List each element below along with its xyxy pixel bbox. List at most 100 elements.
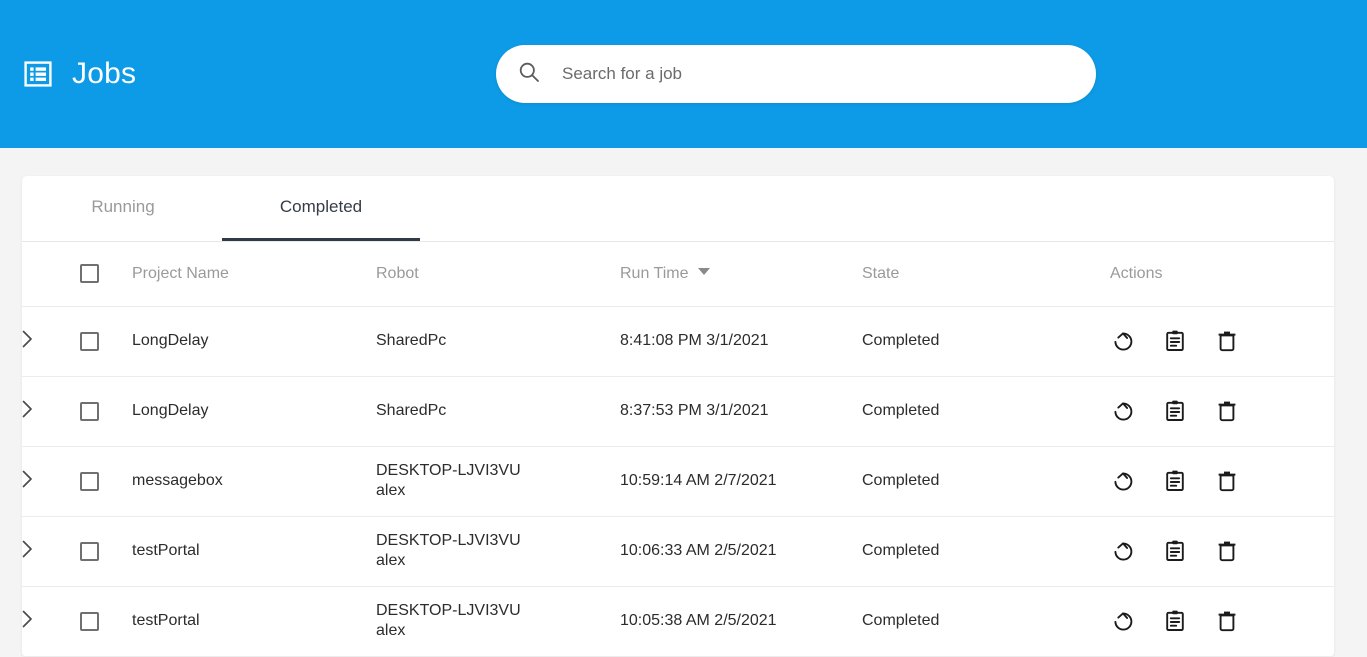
restart-icon[interactable] — [1110, 398, 1136, 424]
row-select-cell[interactable] — [80, 376, 132, 446]
clipboard-log-icon[interactable] — [1162, 468, 1188, 494]
row-expand-cell[interactable] — [22, 376, 80, 446]
trash-delete-icon[interactable] — [1214, 608, 1240, 634]
project-name-text: messagebox — [132, 471, 223, 489]
project-name-text: LongDelay — [132, 331, 209, 349]
header-actions: Actions — [1110, 242, 1334, 307]
header-state[interactable]: State — [862, 242, 1110, 307]
clipboard-log-icon[interactable] — [1162, 328, 1188, 354]
state-text: Completed — [862, 401, 940, 419]
cell-actions — [1110, 376, 1334, 446]
header-expand-spacer — [22, 242, 80, 307]
restart-icon[interactable] — [1110, 468, 1136, 494]
cell-run-time: 8:37:53 PM 3/1/2021 — [620, 376, 862, 446]
search-input[interactable] — [562, 64, 1074, 84]
chevron-right-icon[interactable] — [22, 540, 33, 558]
cell-state: Completed — [862, 376, 1110, 446]
cell-state: Completed — [862, 306, 1110, 376]
cell-robot: SharedPc — [376, 306, 620, 376]
cell-project-name: LongDelay — [132, 306, 376, 376]
cell-robot: SharedPc — [376, 376, 620, 446]
restart-icon[interactable] — [1110, 538, 1136, 564]
cell-robot: DESKTOP-LJVI3VU alex — [376, 586, 620, 656]
state-text: Completed — [862, 611, 940, 629]
row-checkbox[interactable] — [80, 611, 99, 631]
restart-icon[interactable] — [1110, 608, 1136, 634]
robot-text: DESKTOP-LJVI3VU alex — [376, 532, 521, 569]
row-checkbox[interactable] — [80, 541, 99, 561]
chevron-right-icon[interactable] — [22, 400, 33, 418]
row-expand-cell[interactable] — [22, 516, 80, 586]
chevron-right-icon[interactable] — [22, 330, 33, 348]
clipboard-log-icon[interactable] — [1162, 608, 1188, 634]
jobs-table: Project Name Robot Run Time State Action… — [22, 242, 1334, 657]
run-time-text: 8:41:08 PM 3/1/2021 — [620, 331, 769, 349]
row-actions — [1110, 398, 1334, 424]
cell-robot: DESKTOP-LJVI3VU alex — [376, 446, 620, 516]
search-bar[interactable] — [496, 45, 1096, 103]
robot-text: DESKTOP-LJVI3VU alex — [376, 462, 521, 499]
state-text: Completed — [862, 331, 940, 349]
row-checkbox[interactable] — [80, 401, 99, 421]
cell-actions — [1110, 586, 1334, 656]
cell-actions — [1110, 306, 1334, 376]
row-select-cell[interactable] — [80, 306, 132, 376]
trash-delete-icon[interactable] — [1214, 398, 1240, 424]
table-row[interactable]: LongDelay SharedPc 8:37:53 PM 3/1/2021 C… — [22, 376, 1334, 446]
table-row[interactable]: testPortal DESKTOP-LJVI3VU alex 10:06:33… — [22, 516, 1334, 586]
cell-state: Completed — [862, 516, 1110, 586]
tab-completed[interactable]: Completed — [222, 176, 420, 241]
clipboard-log-icon[interactable] — [1162, 538, 1188, 564]
cell-actions — [1110, 516, 1334, 586]
app-header: Jobs — [0, 0, 1367, 148]
trash-delete-icon[interactable] — [1214, 468, 1240, 494]
cell-project-name: messagebox — [132, 446, 376, 516]
robot-text: SharedPc — [376, 332, 447, 349]
run-time-text: 10:06:33 AM 2/5/2021 — [620, 541, 777, 559]
restart-icon[interactable] — [1110, 328, 1136, 354]
tab-running[interactable]: Running — [24, 176, 222, 241]
row-checkbox[interactable] — [80, 331, 99, 351]
row-select-cell[interactable] — [80, 586, 132, 656]
cell-run-time: 10:06:33 AM 2/5/2021 — [620, 516, 862, 586]
row-actions — [1110, 608, 1334, 634]
state-text: Completed — [862, 541, 940, 559]
brand: Jobs — [24, 57, 136, 91]
cell-run-time: 10:59:14 AM 2/7/2021 — [620, 446, 862, 516]
cell-actions — [1110, 446, 1334, 516]
list-table-icon — [24, 60, 52, 88]
run-time-text: 8:37:53 PM 3/1/2021 — [620, 401, 769, 419]
row-checkbox[interactable] — [80, 471, 99, 491]
row-select-cell[interactable] — [80, 516, 132, 586]
chevron-right-icon[interactable] — [22, 470, 33, 488]
row-actions — [1110, 468, 1334, 494]
row-expand-cell[interactable] — [22, 446, 80, 516]
robot-text: SharedPc — [376, 402, 447, 419]
row-expand-cell[interactable] — [22, 586, 80, 656]
chevron-right-icon[interactable] — [22, 610, 33, 628]
table-row[interactable]: messagebox DESKTOP-LJVI3VU alex 10:59:14… — [22, 446, 1334, 516]
trash-delete-icon[interactable] — [1214, 328, 1240, 354]
robot-text: DESKTOP-LJVI3VU alex — [376, 602, 521, 639]
trash-delete-icon[interactable] — [1214, 538, 1240, 564]
header-robot[interactable]: Robot — [376, 242, 620, 307]
project-name-text: testPortal — [132, 611, 200, 629]
table-row[interactable]: testPortal DESKTOP-LJVI3VU alex 10:05:38… — [22, 586, 1334, 656]
run-time-text: 10:59:14 AM 2/7/2021 — [620, 471, 777, 489]
search-icon — [518, 61, 562, 88]
run-time-text: 10:05:38 AM 2/5/2021 — [620, 611, 777, 629]
tab-bar: Running Completed — [22, 176, 1334, 242]
tab-running-label: Running — [91, 197, 155, 216]
page-title: Jobs — [72, 57, 137, 90]
project-name-text: testPortal — [132, 541, 200, 559]
select-all-checkbox[interactable] — [80, 264, 99, 284]
row-select-cell[interactable] — [80, 446, 132, 516]
row-actions — [1110, 538, 1334, 564]
row-expand-cell[interactable] — [22, 306, 80, 376]
cell-state: Completed — [862, 586, 1110, 656]
header-run-time[interactable]: Run Time — [620, 242, 862, 307]
table-row[interactable]: LongDelay SharedPc 8:41:08 PM 3/1/2021 C… — [22, 306, 1334, 376]
clipboard-log-icon[interactable] — [1162, 398, 1188, 424]
header-project-name[interactable]: Project Name — [132, 242, 376, 307]
jobs-card: Running Completed Project Name Robot Run… — [22, 176, 1334, 657]
